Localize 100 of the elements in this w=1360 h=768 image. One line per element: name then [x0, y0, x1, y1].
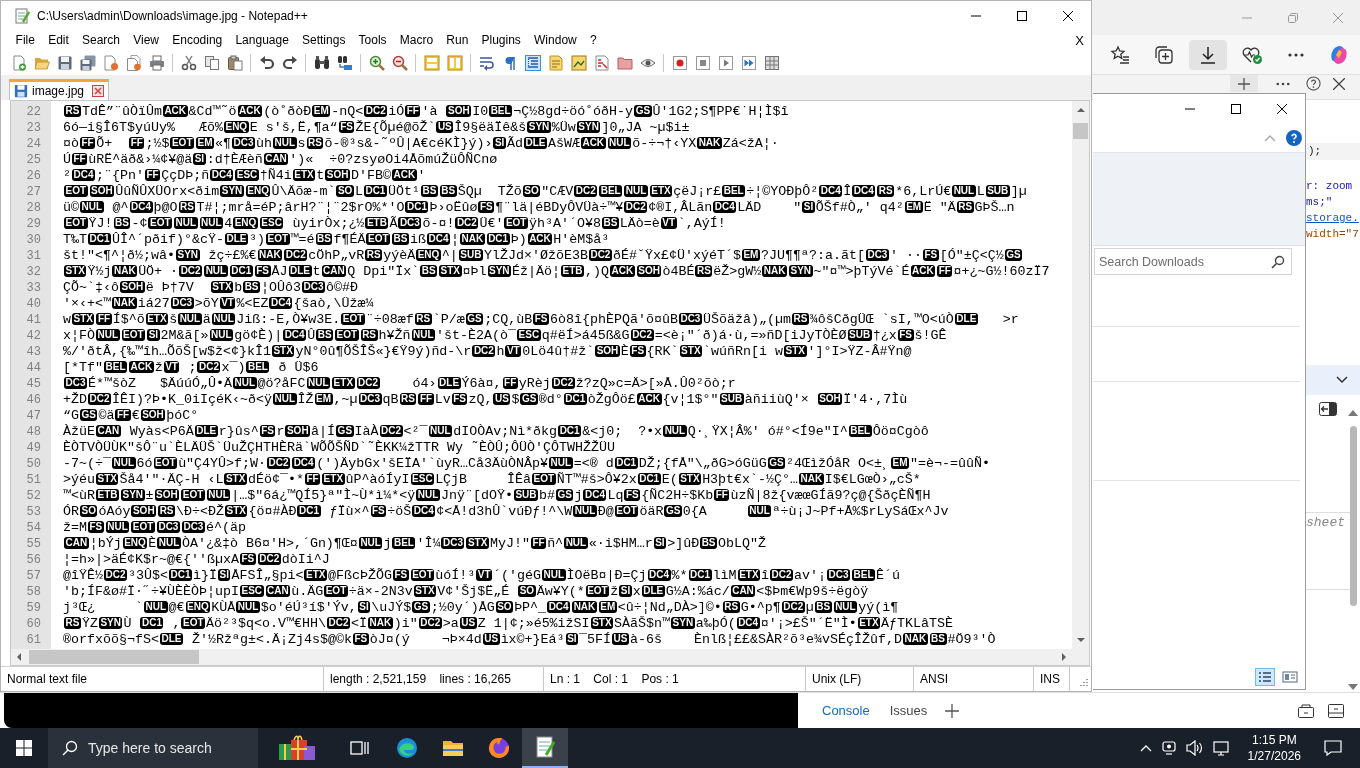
- menu-item[interactable]: Plugins: [474, 33, 528, 47]
- control-code: DC3: [181, 521, 205, 533]
- scroll-down-icon[interactable]: [1076, 636, 1085, 644]
- scroll-down-icon[interactable]: [1348, 684, 1358, 690]
- menu-item[interactable]: Search: [75, 33, 127, 47]
- control-code: NUL: [411, 329, 436, 341]
- save-icon[interactable]: [56, 54, 73, 71]
- control-code: EM: [741, 249, 760, 261]
- control-code: EOT: [121, 329, 146, 341]
- close-all-icon[interactable]: [125, 54, 142, 71]
- scroll-right-icon[interactable]: [1060, 653, 1068, 661]
- undock-icon[interactable]: [1298, 703, 1314, 718]
- vertical-scrollbar[interactable]: [1072, 101, 1089, 649]
- link[interactable]: storage.: [1306, 212, 1359, 224]
- plus-icon[interactable]: [945, 703, 960, 718]
- more-icon[interactable]: [1276, 81, 1290, 86]
- resize-grip-icon[interactable]: [1078, 678, 1088, 688]
- speaker-icon[interactable]: [1185, 740, 1204, 756]
- save-all-icon[interactable]: [79, 54, 96, 71]
- close-file-icon[interactable]: [102, 54, 119, 71]
- menu-item[interactable]: File: [9, 33, 42, 47]
- close-icon[interactable]: [1277, 104, 1287, 114]
- horizontal-scrollbar[interactable]: [11, 649, 1072, 665]
- print-icon[interactable]: [148, 54, 165, 71]
- menu-item[interactable]: ?: [583, 33, 604, 47]
- scroll-up-icon[interactable]: [1348, 410, 1358, 416]
- scrollbar-thumb[interactable]: [29, 650, 199, 664]
- function-list-icon[interactable]: [593, 54, 610, 71]
- new-tab-button[interactable]: [1230, 75, 1258, 92]
- gift-icon[interactable]: [277, 734, 317, 762]
- download-icon: [1198, 44, 1218, 65]
- paste-icon[interactable]: [226, 54, 243, 71]
- folder-icon[interactable]: [616, 54, 633, 71]
- fast-forward-icon[interactable]: [740, 54, 757, 71]
- notification-icon[interactable]: [1324, 740, 1342, 756]
- undo-icon[interactable]: [258, 54, 275, 71]
- menu-item[interactable]: Encoding: [165, 33, 229, 47]
- search-field[interactable]: Type here to search: [48, 728, 258, 768]
- document-map-icon[interactable]: [570, 54, 587, 71]
- record-icon[interactable]: [671, 54, 688, 71]
- scissors-icon[interactable]: [180, 54, 197, 71]
- copy-icon[interactable]: [203, 54, 220, 71]
- scrollbar-thumb[interactable]: [1073, 123, 1088, 139]
- close-icon[interactable]: [1063, 10, 1073, 21]
- drawer-tab[interactable]: Issues: [887, 703, 930, 718]
- close-icon[interactable]: [1333, 77, 1345, 90]
- downloads-button[interactable]: [1189, 39, 1227, 70]
- menu-item[interactable]: Language: [228, 33, 296, 47]
- code-text: @€: [168, 600, 185, 615]
- redo-icon[interactable]: [281, 54, 298, 71]
- indent-guide-icon[interactable]: [524, 54, 541, 71]
- zoom-in-icon[interactable]: [368, 54, 385, 71]
- details-view-icon[interactable]: [1255, 668, 1275, 686]
- search-icon[interactable]: [1271, 254, 1285, 269]
- window-title: C:\Users\admin\Downloads\image.jpg - Notepad++: [37, 8, 308, 23]
- collections-icon[interactable]: [1154, 44, 1174, 65]
- file-tab[interactable]: image.jpg: [9, 79, 110, 100]
- menu-item[interactable]: Macro: [393, 33, 440, 47]
- maximize-icon[interactable]: [1231, 104, 1241, 114]
- close-button[interactable]: X: [1075, 32, 1084, 48]
- menu-item[interactable]: Run: [439, 33, 475, 47]
- chevron-down-icon[interactable]: [1336, 376, 1348, 384]
- dock-side-icon[interactable]: [1319, 402, 1337, 416]
- menu-item[interactable]: Settings: [295, 33, 352, 47]
- find-replace-icon[interactable]: [336, 54, 353, 71]
- clock-time[interactable]: 1:15 PM: [1251, 732, 1297, 748]
- help-icon[interactable]: [1305, 76, 1321, 91]
- windows-logo-icon[interactable]: [16, 740, 32, 756]
- word-wrap-icon[interactable]: [478, 54, 495, 71]
- control-code: BEL: [489, 105, 513, 117]
- clock-date[interactable]: 1/27/2026: [1247, 748, 1301, 764]
- menu-item[interactable]: Edit: [41, 33, 76, 47]
- more-icon[interactable]: [1288, 52, 1304, 57]
- menu-item[interactable]: Tools: [351, 33, 394, 47]
- taskbar-button[interactable]: [522, 728, 568, 768]
- monitor-icon[interactable]: [1212, 740, 1231, 756]
- task-view-icon[interactable]: [350, 739, 370, 757]
- scroll-up-icon[interactable]: [1076, 106, 1085, 114]
- code-text: |…$"6á¿™QÍ5}ª"Ì~Ù*ì¼*<ÿ: [231, 488, 416, 503]
- menu-item[interactable]: Window: [527, 33, 584, 47]
- help-icon[interactable]: [1286, 130, 1302, 146]
- webcam-icon[interactable]: [1160, 740, 1177, 756]
- scrollbar-thumb[interactable]: [1349, 426, 1357, 606]
- play-icon[interactable]: [717, 54, 734, 71]
- control-code: FS: [478, 201, 495, 213]
- search-field[interactable]: Search Downloads: [1094, 248, 1292, 275]
- new-file-icon[interactable]: [10, 54, 27, 71]
- tiles-view-icon[interactable]: [1281, 669, 1299, 685]
- panel-icon[interactable]: [1328, 703, 1344, 718]
- star-list-icon[interactable]: [1110, 44, 1130, 65]
- swirl-logo-icon[interactable]: [1328, 43, 1350, 66]
- menu-item[interactable]: View: [126, 33, 166, 47]
- maximize-icon[interactable]: [1017, 10, 1027, 21]
- stop-icon[interactable]: [694, 54, 711, 71]
- drawer-tab[interactable]: Console: [820, 703, 872, 718]
- grid-icon[interactable]: [763, 54, 780, 71]
- zoom-out-icon[interactable]: [391, 54, 408, 71]
- binoculars-icon[interactable]: [313, 54, 330, 71]
- control-code: RS: [365, 249, 383, 261]
- scroll-left-icon[interactable]: [15, 653, 23, 661]
